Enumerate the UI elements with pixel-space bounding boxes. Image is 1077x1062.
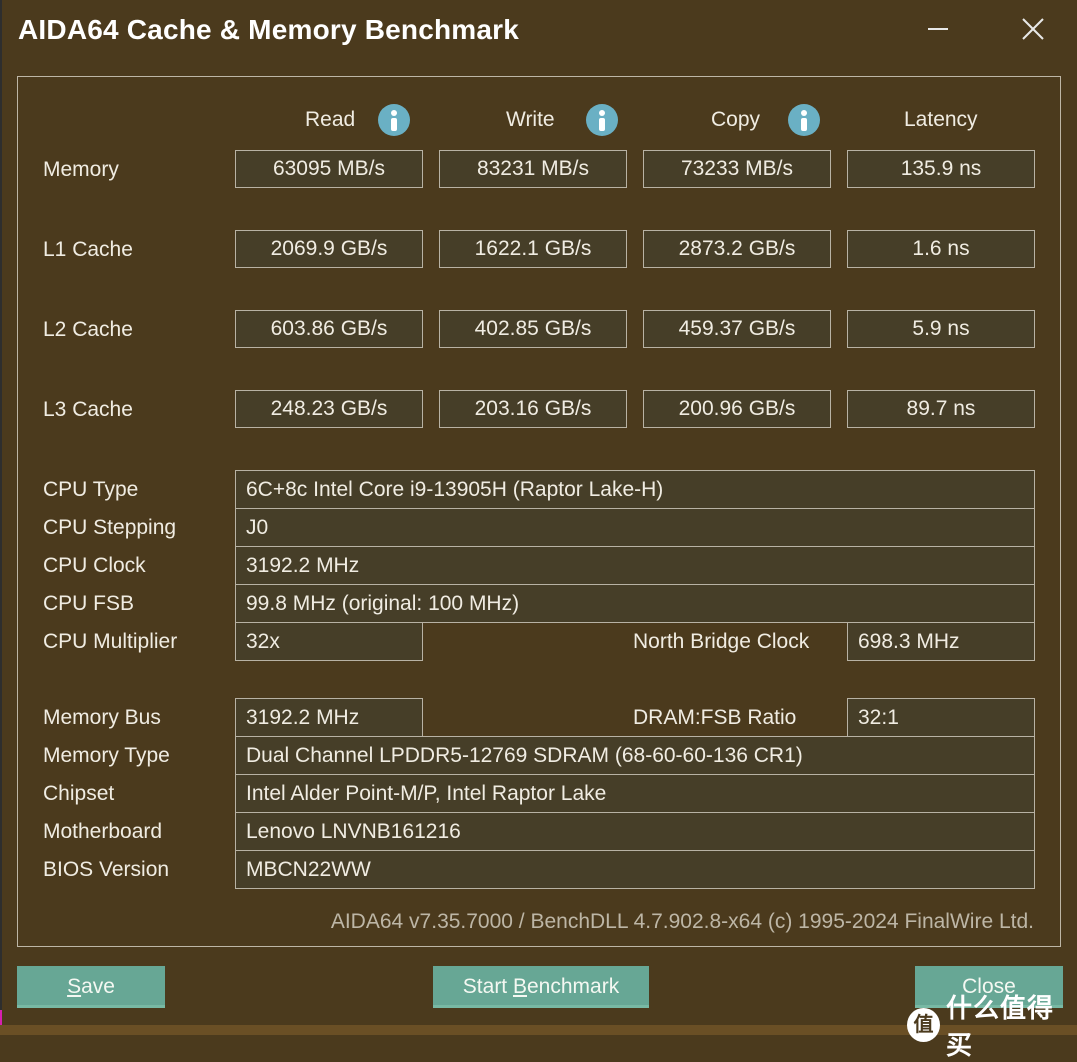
column-header-read: Read — [305, 108, 356, 131]
l3-write-value: 203.16 GB/s — [439, 390, 627, 428]
memory-type-label: Memory Type — [43, 744, 170, 767]
cpu-type-label: CPU Type — [43, 478, 139, 501]
bios-version-value: MBCN22WW — [235, 850, 1035, 889]
save-mnemonic: S — [67, 975, 82, 998]
row-label: Memory — [43, 158, 119, 181]
cpu-stepping-label: CPU Stepping — [43, 516, 177, 539]
cpu-stepping-value: J0 — [235, 508, 1035, 547]
dram-fsb-ratio-label: DRAM:FSB Ratio — [633, 706, 797, 729]
left-edge — [0, 0, 2, 1035]
minimize-button[interactable] — [916, 10, 956, 46]
memory-write-value: 83231 MB/s — [439, 150, 627, 188]
l1-read-value: 2069.9 GB/s — [235, 230, 423, 268]
cpu-clock-label: CPU Clock — [43, 554, 146, 577]
l3-read-value: 248.23 GB/s — [235, 390, 423, 428]
close-icon — [1022, 18, 1044, 40]
cpu-multiplier-value: 32x — [235, 622, 423, 661]
bios-version-label: BIOS Version — [43, 858, 170, 881]
l1-latency-value: 1.6 ns — [847, 230, 1035, 268]
north-bridge-clock-value: 698.3 MHz — [847, 622, 1035, 661]
row-label: L2 Cache — [43, 318, 133, 341]
memory-type-value: Dual Channel LPDDR5-12769 SDRAM (68-60-6… — [235, 736, 1035, 775]
start-mnemonic: B — [512, 975, 527, 998]
watermark: 值 什么值得买 — [907, 988, 1077, 1062]
north-bridge-clock-label: North Bridge Clock — [633, 630, 810, 653]
memory-copy-value: 73233 MB/s — [643, 150, 831, 188]
l1-copy-value: 2873.2 GB/s — [643, 230, 831, 268]
chipset-label: Chipset — [43, 782, 115, 805]
column-header-write: Write — [506, 108, 555, 131]
version-info: AIDA64 v7.35.7000 / BenchDLL 4.7.902.8-x… — [330, 910, 1034, 933]
save-button[interactable]: Save — [17, 966, 165, 1008]
l3-latency-value: 89.7 ns — [847, 390, 1035, 428]
cpu-type-value: 6C+8c Intel Core i9-13905H (Raptor Lake-… — [235, 470, 1035, 509]
save-label: ave — [81, 975, 115, 998]
dram-fsb-ratio-value: 32:1 — [847, 698, 1035, 737]
l2-write-value: 402.85 GB/s — [439, 310, 627, 348]
cpu-clock-value: 3192.2 MHz — [235, 546, 1035, 585]
column-header-latency: Latency — [904, 108, 978, 131]
row-label: L3 Cache — [43, 398, 133, 421]
l2-read-value: 603.86 GB/s — [235, 310, 423, 348]
memory-latency-value: 135.9 ns — [847, 150, 1035, 188]
l3-copy-value: 200.96 GB/s — [643, 390, 831, 428]
l2-copy-value: 459.37 GB/s — [643, 310, 831, 348]
cpu-fsb-label: CPU FSB — [43, 592, 135, 615]
row-label: L1 Cache — [43, 238, 133, 261]
motherboard-value: Lenovo LNVNB161216 — [235, 812, 1035, 851]
watermark-text: 什么值得买 — [945, 993, 1054, 1060]
window-close-button[interactable] — [1012, 10, 1052, 46]
l1-write-value: 1622.1 GB/s — [439, 230, 627, 268]
memory-read-value: 63095 MB/s — [235, 150, 423, 188]
memory-bus-value: 3192.2 MHz — [235, 698, 423, 737]
start-benchmark-button[interactable]: Start Benchmark — [433, 966, 649, 1008]
watermark-badge-icon: 值 — [907, 1008, 940, 1042]
start-label-rest: enchmark — [527, 975, 620, 998]
l2-latency-value: 5.9 ns — [847, 310, 1035, 348]
write-info-icon[interactable] — [586, 104, 618, 136]
motherboard-label: Motherboard — [43, 820, 163, 843]
chipset-value: Intel Alder Point-M/P, Intel Raptor Lake — [235, 774, 1035, 813]
memory-bus-label: Memory Bus — [43, 706, 161, 729]
window-title: AIDA64 Cache & Memory Benchmark — [18, 14, 520, 45]
copy-info-icon[interactable] — [788, 104, 820, 136]
column-header-copy: Copy — [711, 108, 761, 131]
read-info-icon[interactable] — [378, 104, 410, 136]
cpu-fsb-value: 99.8 MHz (original: 100 MHz) — [235, 584, 1035, 623]
cpu-multiplier-label: CPU Multiplier — [43, 630, 178, 653]
start-label-pre: Start — [462, 975, 513, 998]
